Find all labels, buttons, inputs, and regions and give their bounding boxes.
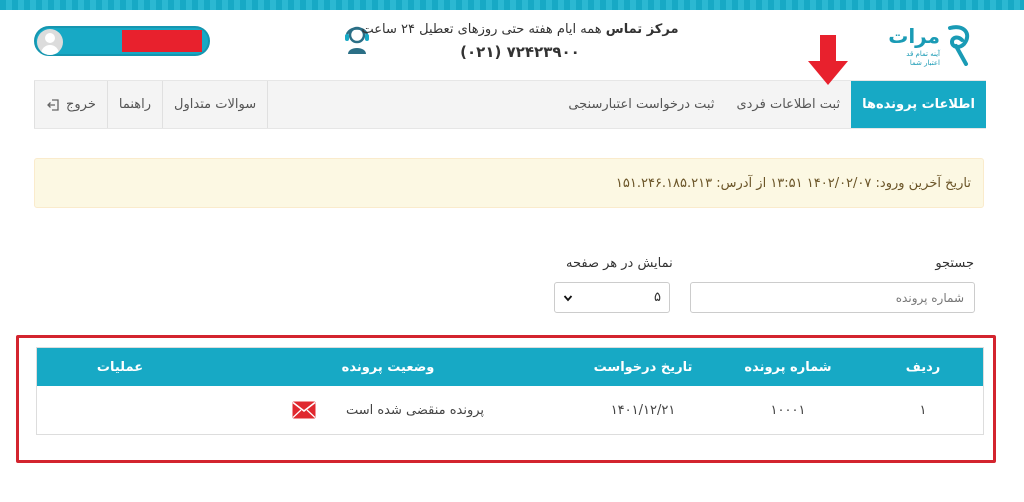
nav-help[interactable]: راهنما: [108, 81, 164, 128]
col-actions: عملیات: [96, 359, 144, 375]
nav-secondary: خروج راهنما سوالات متداول: [34, 81, 269, 128]
cell-index: ۱: [919, 402, 927, 418]
nav-file-info[interactable]: اطلاعات پرونده‌ها: [851, 81, 986, 128]
contact-hours: همه ایام هفته حتی روزهای تعطیل ۲۴ ساعت: [361, 22, 602, 37]
header: مرات آینه تمام قد اعتبار شما مرکز تماس ه…: [0, 10, 1024, 80]
user-menu[interactable]: [34, 26, 210, 56]
perpage-value: ۵: [654, 290, 661, 305]
col-date[interactable]: تاریخ درخواست: [573, 348, 713, 386]
cell-date: ۱۴۰۱/۱۲/۲۱: [610, 402, 676, 418]
nav-exit[interactable]: خروج: [34, 81, 108, 128]
contact-phone[interactable]: (۰۲۱) ۷۲۴۲۳۹۰۰: [340, 43, 700, 61]
last-login-alert: تاریخ آخرین ورود: ۱۴۰۲/۰۲/۰۷ ۱۳:۵۱ از آد…: [34, 158, 984, 208]
col-index[interactable]: ردیف: [863, 348, 983, 386]
logo-mark-icon: [948, 25, 970, 66]
nav-exit-label: خروج: [66, 97, 96, 112]
top-decorative-strip: [0, 0, 1024, 10]
cell-status: پرونده منقضی شده است: [203, 386, 573, 434]
table-row: ۱ ۱۰۰۰۱ ۱۴۰۱/۱۲/۲۱ پرونده منقضی شده است: [37, 386, 983, 434]
user-avatar-icon: [37, 29, 63, 55]
last-login-text: تاریخ آخرین ورود: ۱۴۰۲/۰۲/۰۷ ۱۳:۵۱ از آد…: [615, 175, 971, 191]
logo-tagline: آینه تمام قد اعتبار شما: [906, 50, 940, 67]
mail-icon[interactable]: [292, 401, 316, 419]
exit-icon: [47, 98, 59, 111]
contact-info: مرکز تماس همه ایام هفته حتی روزهای تعطیل…: [340, 22, 700, 61]
search-input[interactable]: [690, 282, 975, 313]
table-header: ردیف شماره پرونده تاریخ درخواست وضعیت پر…: [37, 348, 983, 386]
col-status[interactable]: وضعیت پرونده: [203, 348, 573, 386]
logo-name: مرات: [888, 24, 940, 48]
perpage-select[interactable]: ۵: [554, 282, 670, 313]
perpage-label: نمایش در هر صفحه: [566, 256, 673, 271]
chevron-down-icon: [563, 294, 573, 301]
username-redacted: [122, 30, 202, 52]
status-text: پرونده منقضی شده است: [345, 402, 485, 418]
cell-actions: [37, 386, 203, 434]
col-file-no[interactable]: شماره پرونده: [713, 348, 863, 386]
logo[interactable]: مرات آینه تمام قد اعتبار شما: [888, 20, 974, 80]
main-nav: اطلاعات پرونده‌ها ثبت اطلاعات فردی ثبت د…: [34, 80, 986, 129]
search-label: جستجو: [935, 256, 974, 271]
nav-faq[interactable]: سوالات متداول: [163, 81, 269, 128]
cell-file-no: ۱۰۰۰۱: [770, 402, 806, 418]
down-arrow-annotation: [808, 35, 848, 85]
contact-label: مرکز تماس: [605, 22, 679, 37]
nav-credit-request[interactable]: ثبت درخواست اعتبارسنجی: [557, 81, 725, 128]
files-table: ردیف شماره پرونده تاریخ درخواست وضعیت پر…: [36, 347, 984, 435]
nav-personal-info[interactable]: ثبت اطلاعات فردی: [725, 81, 851, 128]
